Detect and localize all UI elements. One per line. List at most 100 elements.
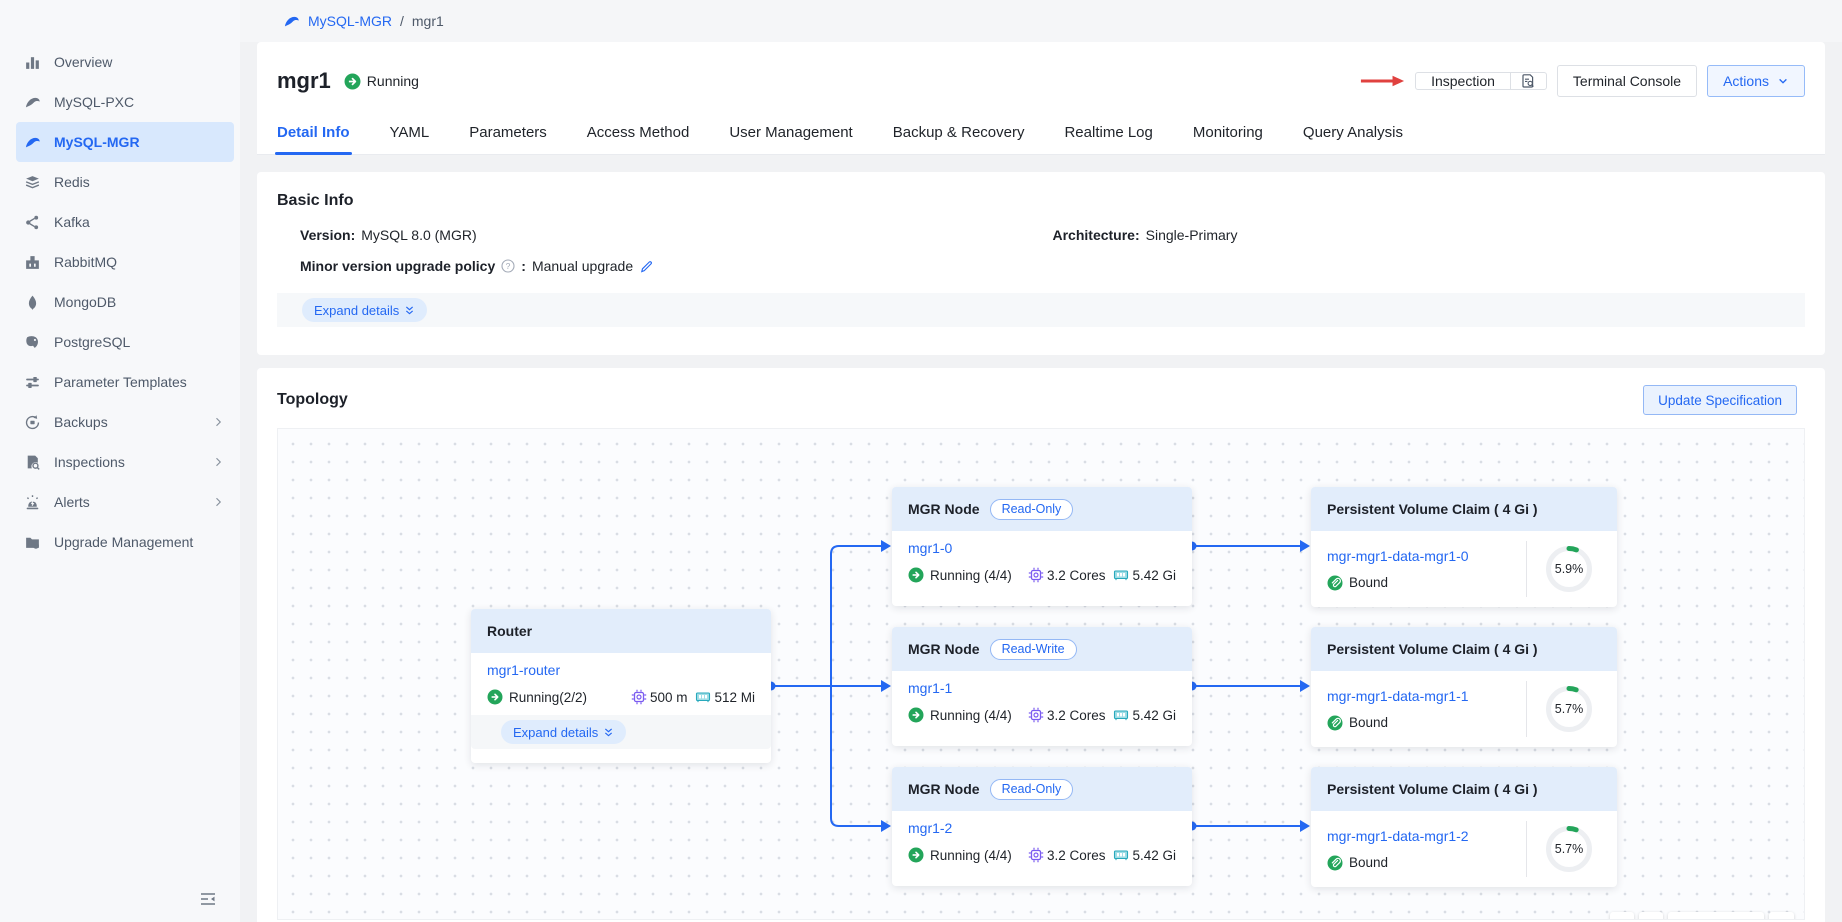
mgr-node-card[interactable]: MGR Node Read-Write mgr1-1 Running (4/4)… xyxy=(892,627,1192,746)
chevron-down-icon xyxy=(1777,75,1789,87)
topology-canvas[interactable]: Router mgr1-router Running(2/2) 500 m xyxy=(277,428,1805,920)
tab-detail-info[interactable]: Detail Info xyxy=(277,110,350,154)
sidebar-item-label: Parameter Templates xyxy=(54,373,224,392)
router-node-card[interactable]: Router mgr1-router Running(2/2) 500 m xyxy=(471,609,771,763)
router-status-row: Running(2/2) 500 m 512 Mi xyxy=(487,689,755,705)
terminal-console-button[interactable]: Terminal Console xyxy=(1557,65,1697,97)
topology-header: Topology Update Specification xyxy=(257,368,1825,428)
mgr-node-type-label: MGR Node xyxy=(908,641,980,657)
pvc-name-link[interactable]: mgr-mgr1-data-mgr1-0 xyxy=(1327,548,1469,564)
sliders-icon xyxy=(24,374,41,391)
breadcrumb-current: mgr1 xyxy=(412,13,444,29)
sidebar-item-upgrade-management[interactable]: Upgrade Management xyxy=(16,522,234,562)
sidebar-item-mysql-mgr[interactable]: MySQL-MGR xyxy=(16,122,234,162)
help-icon[interactable]: ? xyxy=(501,259,515,273)
router-memory-value: 512 Mi xyxy=(714,690,755,705)
sidebar-item-mongodb[interactable]: MongoDB xyxy=(16,282,234,322)
update-specification-button[interactable]: Update Specification xyxy=(1643,385,1797,415)
red-annotation-arrow xyxy=(1359,74,1405,88)
sidebar-item-parameter-templates[interactable]: Parameter Templates xyxy=(16,362,234,402)
sidebar-item-alerts[interactable]: Alerts xyxy=(16,482,234,522)
memory-icon xyxy=(695,689,711,705)
mgr-node-card[interactable]: MGR Node Read-Only mgr1-0 Running (4/4) … xyxy=(892,487,1192,606)
mgr-node-memory: 5.42 Gi xyxy=(1113,707,1176,723)
mgr-node-status-label: Running (4/4) xyxy=(930,848,1012,863)
breadcrumb-section-link[interactable]: MySQL-MGR xyxy=(283,13,392,30)
upgrade-policy-label: Minor version upgrade policy xyxy=(300,258,495,274)
router-name-link[interactable]: mgr1-router xyxy=(487,662,560,678)
tab-realtime-log[interactable]: Realtime Log xyxy=(1064,110,1152,154)
canvas-toolbar-button[interactable] xyxy=(1610,912,1634,920)
dolphin-icon xyxy=(24,94,41,111)
tab-user-management[interactable]: User Management xyxy=(729,110,852,154)
pvc-usage-label: 5.7% xyxy=(1555,702,1584,716)
dolphin-icon xyxy=(283,13,300,30)
mgr-node-type-label: MGR Node xyxy=(908,781,980,797)
mgr-node-memory: 5.42 Gi xyxy=(1113,847,1176,863)
svg-text:?: ? xyxy=(506,261,511,271)
sidebar-item-kafka[interactable]: Kafka xyxy=(16,202,234,242)
pvc-status-label: Bound xyxy=(1349,855,1388,870)
pvc-type-label: Persistent Volume Claim ( 4 Gi ) xyxy=(1327,641,1538,657)
router-expand-details-button[interactable]: Expand details xyxy=(501,720,626,744)
canvas-zoom-control[interactable] xyxy=(1668,912,1764,920)
pvc-name-link[interactable]: mgr-mgr1-data-mgr1-2 xyxy=(1327,828,1469,844)
mgr-node-cpu-value: 3.2 Cores xyxy=(1047,848,1106,863)
pvc-card[interactable]: Persistent Volume Claim ( 4 Gi ) mgr-mgr… xyxy=(1311,627,1617,747)
tab-monitoring[interactable]: Monitoring xyxy=(1193,110,1263,154)
sidebar-item-mysql-pxc[interactable]: MySQL-PXC xyxy=(16,82,234,122)
mgr-node-name-link[interactable]: mgr1-0 xyxy=(908,540,952,556)
elephant-icon xyxy=(24,334,41,351)
chevron-right-icon xyxy=(212,416,224,428)
pvc-card[interactable]: Persistent Volume Claim ( 4 Gi ) mgr-mgr… xyxy=(1311,487,1617,607)
mgr-node-status-row: Running (4/4) 3.2 Cores 5.42 Gi xyxy=(908,567,1176,583)
basic-info-card: Basic Info Version: MySQL 8.0 (MGR) Arch… xyxy=(257,172,1825,355)
expand-details-button[interactable]: Expand details xyxy=(302,298,427,322)
double-chevron-down-icon xyxy=(404,305,415,316)
sidebar-item-inspections[interactable]: Inspections xyxy=(16,442,234,482)
pvc-info: mgr-mgr1-data-mgr1-2 Bound xyxy=(1327,828,1526,871)
router-expand-strip: Expand details xyxy=(471,715,771,749)
tab-parameters[interactable]: Parameters xyxy=(469,110,547,154)
pvc-card-header: Persistent Volume Claim ( 4 Gi ) xyxy=(1311,767,1617,811)
sidebar-item-label: Upgrade Management xyxy=(54,533,224,552)
pvc-usage: 5.7% xyxy=(1527,824,1611,874)
mgr-node-name-link[interactable]: mgr1-1 xyxy=(908,680,952,696)
cpu-icon xyxy=(1028,707,1044,723)
sidebar-item-backups[interactable]: Backups xyxy=(16,402,234,442)
pvc-usage-label: 5.7% xyxy=(1555,842,1584,856)
tab-yaml[interactable]: YAML xyxy=(390,110,430,154)
upgrade-policy-field: Minor version upgrade policy ? : Manual … xyxy=(277,258,1805,274)
canvas-toolbar-button[interactable] xyxy=(1769,912,1794,920)
inspection-button[interactable]: Inspection xyxy=(1416,73,1510,89)
tab-backup-recovery[interactable]: Backup & Recovery xyxy=(893,110,1025,154)
router-cpu: 500 m xyxy=(631,689,688,705)
pvc-card[interactable]: Persistent Volume Claim ( 4 Gi ) mgr-mgr… xyxy=(1311,767,1617,887)
tab-access-method[interactable]: Access Method xyxy=(587,110,690,154)
sidebar-item-overview[interactable]: Overview xyxy=(16,42,234,82)
canvas-toolbar-button[interactable] xyxy=(1639,912,1663,920)
version-label: Version: xyxy=(300,227,355,243)
sidebar-item-postgresql[interactable]: PostgreSQL xyxy=(16,322,234,362)
edit-pencil-icon[interactable] xyxy=(639,259,654,274)
inspection-report-button[interactable] xyxy=(1510,73,1546,89)
actions-button[interactable]: Actions xyxy=(1707,65,1805,97)
version-value: MySQL 8.0 (MGR) xyxy=(361,227,476,243)
sidebar-item-rabbitmq[interactable]: RabbitMQ xyxy=(16,242,234,282)
sidebar-item-redis[interactable]: Redis xyxy=(16,162,234,202)
pvc-usage-label: 5.9% xyxy=(1555,562,1584,576)
double-chevron-down-icon xyxy=(603,727,614,738)
pvc-status-row: Bound xyxy=(1327,855,1526,871)
mgr-node-card[interactable]: MGR Node Read-Only mgr1-2 Running (4/4) … xyxy=(892,767,1192,886)
pvc-name-link[interactable]: mgr-mgr1-data-mgr1-1 xyxy=(1327,688,1469,704)
mgr-node-name-link[interactable]: mgr1-2 xyxy=(908,820,952,836)
version-field: Version: MySQL 8.0 (MGR) xyxy=(300,227,1053,243)
bound-status-icon xyxy=(1327,715,1343,731)
sidebar-collapse-button[interactable] xyxy=(198,889,218,914)
running-status-icon xyxy=(908,567,924,583)
mgr-node-memory-value: 5.42 Gi xyxy=(1132,848,1176,863)
tab-bar: Detail Info YAML Parameters Access Metho… xyxy=(257,110,1825,155)
tab-query-analysis[interactable]: Query Analysis xyxy=(1303,110,1403,154)
mgr-node-cpu: 3.2 Cores xyxy=(1028,567,1106,583)
sidebar-item-label: MySQL-PXC xyxy=(54,93,224,112)
